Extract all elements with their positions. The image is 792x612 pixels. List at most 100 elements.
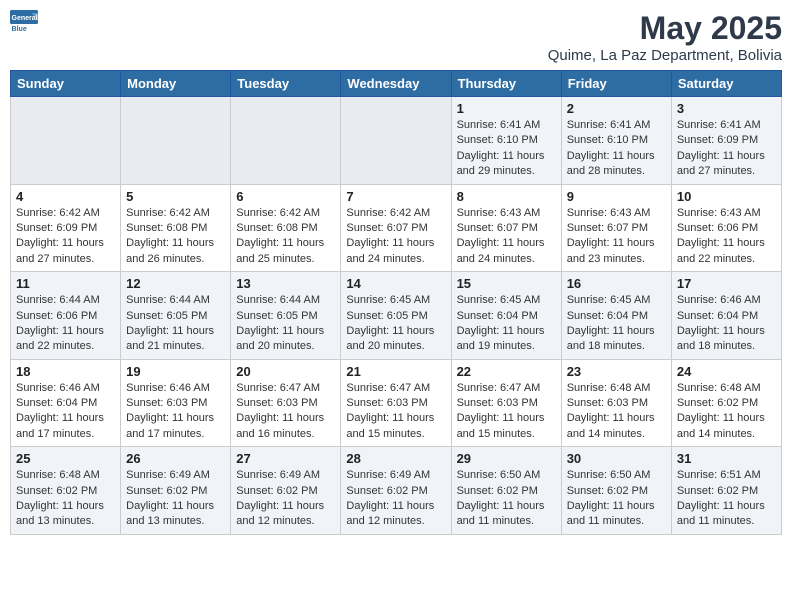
day-number: 9 — [567, 189, 666, 204]
day-info: Sunrise: 6:49 AM Sunset: 6:02 PM Dayligh… — [346, 468, 445, 530]
calendar-cell: 28 Sunrise: 6:49 AM Sunset: 6:02 PM Dayli… — [341, 447, 451, 535]
calendar-cell — [231, 97, 341, 185]
calendar-cell: 1 Sunrise: 6:41 AM Sunset: 6:10 PM Daylig… — [451, 97, 561, 185]
day-number: 8 — [457, 189, 556, 204]
calendar-cell — [341, 97, 451, 185]
day-info: Sunrise: 6:43 AM Sunset: 6:07 PM Dayligh… — [457, 206, 556, 268]
day-info: Sunrise: 6:41 AM Sunset: 6:10 PM Dayligh… — [457, 118, 556, 180]
day-info: Sunrise: 6:45 AM Sunset: 6:05 PM Dayligh… — [346, 293, 445, 355]
day-number: 17 — [677, 276, 776, 291]
day-info: Sunrise: 6:42 AM Sunset: 6:08 PM Dayligh… — [126, 206, 225, 268]
day-info: Sunrise: 6:42 AM Sunset: 6:09 PM Dayligh… — [16, 206, 115, 268]
calendar-cell: 16 Sunrise: 6:45 AM Sunset: 6:04 PM Dayli… — [561, 272, 671, 360]
day-info: Sunrise: 6:44 AM Sunset: 6:05 PM Dayligh… — [126, 293, 225, 355]
calendar-cell: 29 Sunrise: 6:50 AM Sunset: 6:02 PM Dayli… — [451, 447, 561, 535]
day-info: Sunrise: 6:49 AM Sunset: 6:02 PM Dayligh… — [236, 468, 335, 530]
calendar-cell: 12 Sunrise: 6:44 AM Sunset: 6:05 PM Dayli… — [121, 272, 231, 360]
day-number: 2 — [567, 101, 666, 116]
day-number: 31 — [677, 451, 776, 466]
day-info: Sunrise: 6:51 AM Sunset: 6:02 PM Dayligh… — [677, 468, 776, 530]
day-info: Sunrise: 6:42 AM Sunset: 6:08 PM Dayligh… — [236, 206, 335, 268]
day-info: Sunrise: 6:43 AM Sunset: 6:07 PM Dayligh… — [567, 206, 666, 268]
calendar-cell: 3 Sunrise: 6:41 AM Sunset: 6:09 PM Daylig… — [671, 97, 781, 185]
day-info: Sunrise: 6:41 AM Sunset: 6:09 PM Dayligh… — [677, 118, 776, 180]
day-number: 29 — [457, 451, 556, 466]
weekday-header-thursday: Thursday — [451, 71, 561, 97]
logo: General Blue — [10, 10, 38, 38]
day-info: Sunrise: 6:50 AM Sunset: 6:02 PM Dayligh… — [457, 468, 556, 530]
calendar-week-row: 11 Sunrise: 6:44 AM Sunset: 6:06 PM Dayli… — [11, 272, 782, 360]
day-number: 16 — [567, 276, 666, 291]
day-number: 30 — [567, 451, 666, 466]
calendar-cell: 23 Sunrise: 6:48 AM Sunset: 6:03 PM Dayli… — [561, 359, 671, 447]
calendar-cell: 24Sunrise: 6:48 AM Sunset: 6:02 PM Dayli… — [671, 359, 781, 447]
day-number: 3 — [677, 101, 776, 116]
day-number: 22 — [457, 364, 556, 379]
day-number: 10 — [677, 189, 776, 204]
calendar-cell: 14Sunrise: 6:45 AM Sunset: 6:05 PM Dayli… — [341, 272, 451, 360]
calendar-cell: 13Sunrise: 6:44 AM Sunset: 6:05 PM Dayli… — [231, 272, 341, 360]
day-number: 4 — [16, 189, 115, 204]
day-info: Sunrise: 6:45 AM Sunset: 6:04 PM Dayligh… — [567, 293, 666, 355]
calendar-cell: 8 Sunrise: 6:43 AM Sunset: 6:07 PM Daylig… — [451, 184, 561, 272]
day-info: Sunrise: 6:48 AM Sunset: 6:02 PM Dayligh… — [677, 381, 776, 443]
calendar-cell: 9 Sunrise: 6:43 AM Sunset: 6:07 PM Daylig… — [561, 184, 671, 272]
calendar-cell: 7Sunrise: 6:42 AM Sunset: 6:07 PM Daylig… — [341, 184, 451, 272]
calendar-cell: 25Sunrise: 6:48 AM Sunset: 6:02 PM Dayli… — [11, 447, 121, 535]
calendar-cell: 2 Sunrise: 6:41 AM Sunset: 6:10 PM Daylig… — [561, 97, 671, 185]
calendar-cell: 31 Sunrise: 6:51 AM Sunset: 6:02 PM Dayli… — [671, 447, 781, 535]
day-number: 11 — [16, 276, 115, 291]
day-info: Sunrise: 6:45 AM Sunset: 6:04 PM Dayligh… — [457, 293, 556, 355]
day-number: 19 — [126, 364, 225, 379]
calendar-cell: 11 Sunrise: 6:44 AM Sunset: 6:06 PM Dayli… — [11, 272, 121, 360]
day-info: Sunrise: 6:43 AM Sunset: 6:06 PM Dayligh… — [677, 206, 776, 268]
day-number: 27 — [236, 451, 335, 466]
day-number: 26 — [126, 451, 225, 466]
calendar-cell: 6 Sunrise: 6:42 AM Sunset: 6:08 PM Daylig… — [231, 184, 341, 272]
day-info: Sunrise: 6:41 AM Sunset: 6:10 PM Dayligh… — [567, 118, 666, 180]
calendar-cell: 21 Sunrise: 6:47 AM Sunset: 6:03 PM Dayli… — [341, 359, 451, 447]
day-info: Sunrise: 6:44 AM Sunset: 6:06 PM Dayligh… — [16, 293, 115, 355]
calendar-week-row: 1 Sunrise: 6:41 AM Sunset: 6:10 PM Daylig… — [11, 97, 782, 185]
calendar-cell: 15 Sunrise: 6:45 AM Sunset: 6:04 PM Dayli… — [451, 272, 561, 360]
calendar-cell: 5Sunrise: 6:42 AM Sunset: 6:08 PM Daylig… — [121, 184, 231, 272]
day-info: Sunrise: 6:46 AM Sunset: 6:04 PM Dayligh… — [677, 293, 776, 355]
day-info: Sunrise: 6:47 AM Sunset: 6:03 PM Dayligh… — [346, 381, 445, 443]
calendar-cell: 19 Sunrise: 6:46 AM Sunset: 6:03 PM Dayli… — [121, 359, 231, 447]
logo-icon: General Blue — [10, 10, 38, 38]
day-info: Sunrise: 6:49 AM Sunset: 6:02 PM Dayligh… — [126, 468, 225, 530]
day-number: 18 — [16, 364, 115, 379]
calendar-cell: 27 Sunrise: 6:49 AM Sunset: 6:02 PM Dayli… — [231, 447, 341, 535]
svg-text:Blue: Blue — [12, 26, 27, 33]
day-info: Sunrise: 6:48 AM Sunset: 6:03 PM Dayligh… — [567, 381, 666, 443]
weekday-header-saturday: Saturday — [671, 71, 781, 97]
day-info: Sunrise: 6:46 AM Sunset: 6:03 PM Dayligh… — [126, 381, 225, 443]
month-title: May 2025 — [548, 10, 782, 47]
day-number: 23 — [567, 364, 666, 379]
title-area: May 2025 Quime, La Paz Department, Boliv… — [548, 10, 782, 64]
day-number: 6 — [236, 189, 335, 204]
day-number: 28 — [346, 451, 445, 466]
calendar-week-row: 4 Sunrise: 6:42 AM Sunset: 6:09 PM Daylig… — [11, 184, 782, 272]
day-number: 12 — [126, 276, 225, 291]
day-number: 15 — [457, 276, 556, 291]
calendar-cell: 18 Sunrise: 6:46 AM Sunset: 6:04 PM Dayli… — [11, 359, 121, 447]
calendar-cell — [11, 97, 121, 185]
calendar-table: SundayMondayTuesdayWednesdayThursdayFrid… — [10, 70, 782, 535]
day-number: 1 — [457, 101, 556, 116]
weekday-header-monday: Monday — [121, 71, 231, 97]
day-info: Sunrise: 6:50 AM Sunset: 6:02 PM Dayligh… — [567, 468, 666, 530]
calendar-cell: 30 Sunrise: 6:50 AM Sunset: 6:02 PM Dayli… — [561, 447, 671, 535]
day-info: Sunrise: 6:47 AM Sunset: 6:03 PM Dayligh… — [236, 381, 335, 443]
weekday-header-friday: Friday — [561, 71, 671, 97]
day-number: 25 — [16, 451, 115, 466]
weekday-header-row: SundayMondayTuesdayWednesdayThursdayFrid… — [11, 71, 782, 97]
day-number: 13 — [236, 276, 335, 291]
calendar-cell: 22Sunrise: 6:47 AM Sunset: 6:03 PM Dayli… — [451, 359, 561, 447]
day-number: 21 — [346, 364, 445, 379]
day-info: Sunrise: 6:46 AM Sunset: 6:04 PM Dayligh… — [16, 381, 115, 443]
weekday-header-tuesday: Tuesday — [231, 71, 341, 97]
calendar-cell: 17 Sunrise: 6:46 AM Sunset: 6:04 PM Dayli… — [671, 272, 781, 360]
calendar-cell: 4 Sunrise: 6:42 AM Sunset: 6:09 PM Daylig… — [11, 184, 121, 272]
weekday-header-sunday: Sunday — [11, 71, 121, 97]
